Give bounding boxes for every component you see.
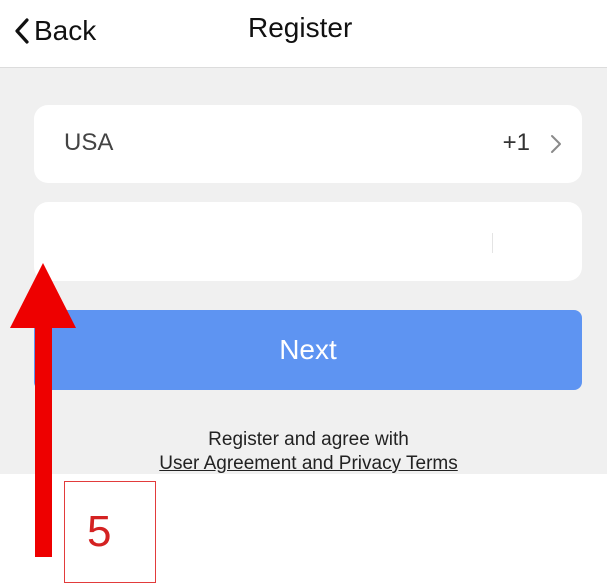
step-number: 5: [87, 507, 112, 556]
step-annotation: 5: [64, 481, 156, 583]
